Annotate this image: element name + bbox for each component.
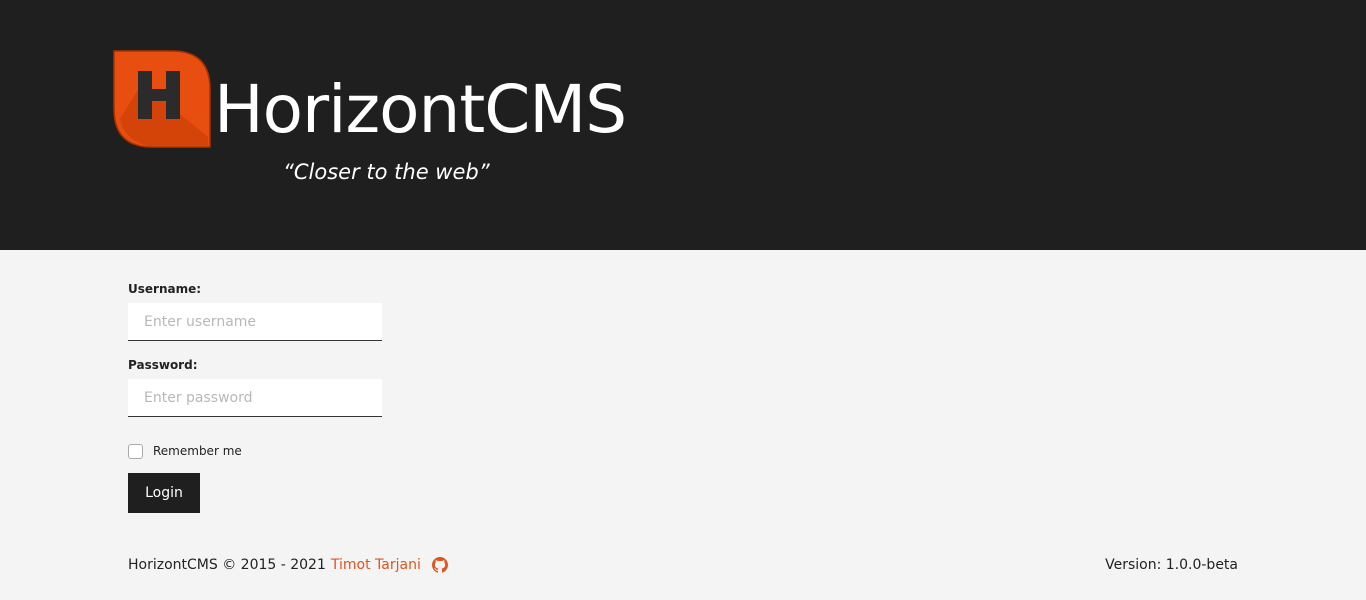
author-link[interactable]: Timot Tarjani	[331, 557, 421, 573]
remember-me-label: Remember me	[153, 444, 242, 458]
username-input[interactable]	[128, 303, 382, 341]
remember-me-row[interactable]: Remember me	[128, 442, 242, 460]
remember-me-checkbox[interactable]	[128, 443, 143, 459]
version-text: Version: 1.0.0-beta	[1105, 557, 1238, 573]
password-input[interactable]	[128, 379, 382, 417]
copyright-text: HorizontCMS © 2015 - 2021	[128, 557, 326, 573]
login-button[interactable]: Login	[128, 473, 200, 513]
footer-copyright: HorizontCMS © 2015 - 2021 Timot Tarjani	[128, 557, 448, 573]
github-icon[interactable]	[431, 557, 448, 573]
password-label: Password:	[128, 358, 198, 372]
brand-tagline: “Closer to the web”	[283, 160, 490, 184]
brand-title: HorizontCMS	[214, 71, 627, 148]
horizontcms-logo-icon	[113, 50, 211, 148]
header-banner: HorizontCMS “Closer to the web”	[0, 0, 1366, 250]
username-label: Username:	[128, 282, 202, 296]
